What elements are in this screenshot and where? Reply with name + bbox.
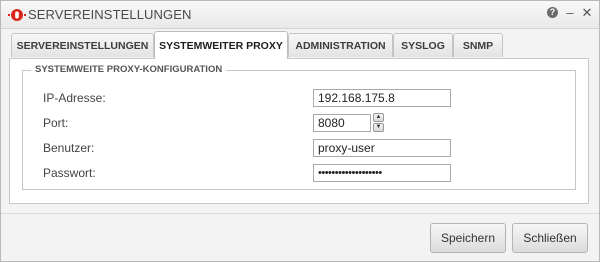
tab-bar: SERVEREINSTELLUNGEN SYSTEMWEITER PROXY A…	[1, 29, 599, 59]
tab-content-panel: SYSTEMWEITE PROXY-KONFIGURATION IP-Adres…	[9, 58, 589, 204]
brand-logo-icon	[8, 9, 26, 21]
minimize-icon[interactable]: –	[563, 6, 577, 20]
footer-divider	[1, 213, 599, 214]
ip-address-label: IP-Adresse:	[43, 91, 106, 105]
port-input[interactable]	[313, 114, 371, 132]
password-label: Passwort:	[43, 166, 96, 180]
port-label: Port:	[43, 116, 69, 130]
port-increment-icon[interactable]: ▲	[373, 113, 384, 122]
settings-window: SERVEREINSTELLUNGEN ? – ✕ SERVEREINSTELL…	[0, 0, 600, 262]
save-button[interactable]: Speichern	[430, 223, 506, 253]
tab-snmp[interactable]: SNMP	[453, 33, 503, 57]
close-icon[interactable]: ✕	[580, 6, 594, 20]
ip-address-input[interactable]	[313, 89, 451, 107]
tab-systemweiter-proxy[interactable]: SYSTEMWEITER PROXY	[154, 31, 288, 59]
tab-syslog[interactable]: SYSLOG	[393, 33, 453, 57]
proxy-config-fieldset: SYSTEMWEITE PROXY-KONFIGURATION IP-Adres…	[22, 64, 576, 190]
fieldset-legend: SYSTEMWEITE PROXY-KONFIGURATION	[31, 64, 227, 75]
port-decrement-icon[interactable]: ▼	[373, 123, 384, 132]
tab-servereinstellungen[interactable]: SERVEREINSTELLUNGEN	[11, 33, 154, 57]
user-label: Benutzer:	[43, 141, 95, 155]
window-title: SERVEREINSTELLUNGEN	[28, 7, 192, 22]
help-icon[interactable]: ?	[547, 7, 558, 18]
title-bar: SERVEREINSTELLUNGEN ? – ✕	[1, 1, 599, 29]
port-stepper: ▲ ▼	[373, 113, 384, 133]
close-button[interactable]: Schließen	[512, 223, 588, 253]
user-input[interactable]	[313, 139, 451, 157]
password-input[interactable]	[313, 164, 451, 182]
tab-administration[interactable]: ADMINISTRATION	[288, 33, 393, 57]
